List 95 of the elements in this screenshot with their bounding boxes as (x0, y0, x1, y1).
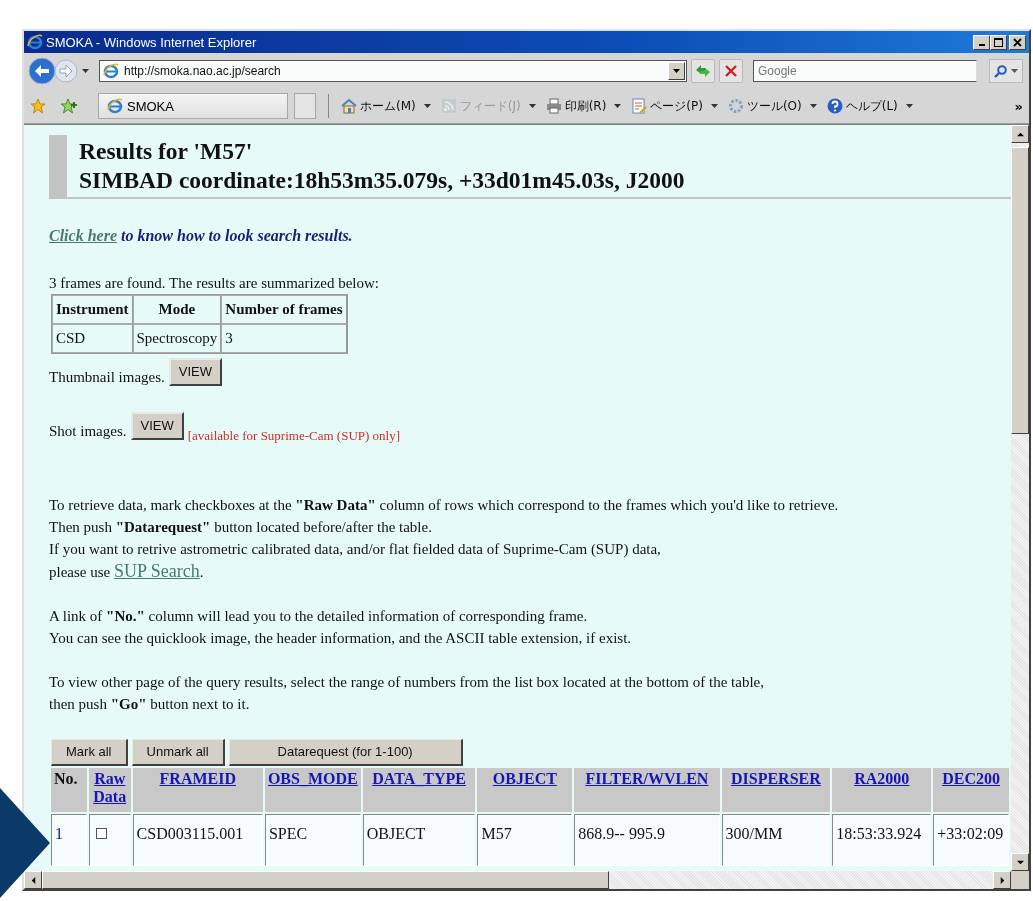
scrollbar-thumb[interactable] (42, 871, 609, 889)
scroll-up-button[interactable] (1011, 125, 1029, 143)
refresh-button[interactable] (691, 59, 715, 83)
refresh-icon (695, 64, 711, 78)
close-icon (1013, 37, 1022, 47)
shot-label: Shot images. (49, 423, 127, 440)
window-title: SMOKA - Windows Internet Explorer (46, 34, 258, 50)
add-favorite-icon[interactable] (60, 98, 78, 114)
caret-icon (1011, 69, 1018, 73)
page-heading: Results for 'M57' (79, 137, 254, 166)
caret-icon[interactable] (614, 104, 622, 108)
instruction-text: To view other page of the query results, select the range of numbers from the list box located at the bottom of the table, (49, 673, 765, 692)
help-sentence: Click here to know how to look search results. (49, 226, 354, 246)
caret-icon (673, 69, 680, 73)
right-arrow-icon (998, 876, 1006, 884)
table-cell: OBJECT (362, 814, 476, 866)
search-icon (994, 64, 1007, 78)
house-icon (341, 98, 357, 114)
help-icon (826, 98, 843, 114)
availability-note: [available for Suprime-Cam (SUP) only] (187, 428, 401, 444)
address-dropdown-button[interactable] (668, 62, 685, 80)
instruction-text: If you want to retrive astrometric calibrated data, and/or flat fielded data of Suprime-Cam (SUP) data, (49, 540, 662, 559)
toolbar-button[interactable]: 印刷(R) (545, 97, 607, 115)
search-button[interactable] (989, 59, 1023, 83)
browser-tab[interactable]: SMOKA (98, 93, 288, 119)
maximize-button[interactable] (990, 34, 1007, 50)
address-field[interactable]: http://smoka.nao.ac.jp/search (99, 60, 687, 82)
page-heading: SIMBAD coordinate:18h53m35.079s, +33d01m45.03s, J2000 (79, 166, 686, 195)
stop-icon (725, 65, 737, 77)
summary-text: 3 frames are found. The results are summarized below: (49, 274, 381, 293)
toolbar-overflow-button[interactable]: » (1014, 98, 1023, 114)
close-button[interactable] (1009, 34, 1026, 50)
action-button[interactable]: Unmark all (131, 739, 225, 766)
column-header: Mode (132, 295, 222, 324)
table-cell: Spectroscopy (132, 324, 222, 353)
down-arrow-icon (1016, 858, 1024, 866)
page-icon (631, 98, 648, 114)
view-button[interactable]: VIEW (168, 358, 223, 386)
browser-icon (103, 63, 119, 79)
table-cell: SPEC (264, 814, 361, 866)
history-caret-icon[interactable] (82, 69, 89, 73)
checkbox[interactable] (95, 828, 107, 839)
table-cell: CSD003115.001 (132, 814, 263, 866)
column-header: Number of frames (221, 295, 347, 324)
instruction-text: To retrieve data, mark checkboxes at the "Raw Data" column of rows which correspond to the frames which you'd like to retrieve. (49, 496, 840, 515)
feed-icon (440, 98, 457, 114)
frame-number-link[interactable]: 1 (55, 825, 63, 842)
caret-icon[interactable] (710, 104, 718, 108)
toolbar-button[interactable]: ツール(O) (727, 97, 802, 115)
scrollbar-thumb[interactable] (1011, 147, 1029, 434)
table-cell: CSD (52, 324, 133, 353)
scroll-right-button[interactable] (993, 871, 1011, 889)
search-field[interactable]: Google (753, 60, 977, 82)
caret-icon[interactable] (423, 104, 431, 108)
minimize-button[interactable] (973, 34, 990, 50)
scroll-down-button[interactable] (1011, 853, 1029, 871)
scroll-left-button[interactable] (24, 871, 42, 889)
caret-icon[interactable] (528, 104, 536, 108)
instruction-text: then push "Go" button next to it. (49, 695, 251, 714)
toolbar-button[interactable]: ホーム(M) (341, 97, 416, 115)
instruction-text: Then push "Datarequest" button located before/after the table. (49, 518, 433, 537)
instruction-text: A link of "No." column will lead you to the detailed information of corresponding frame. (49, 607, 589, 626)
instruction-text: please use SUP Search. (49, 560, 205, 583)
back-button[interactable] (28, 57, 56, 85)
maximize-icon (994, 37, 1003, 47)
action-button[interactable]: Datarequest (for 1-100) (228, 739, 463, 766)
toolbar-button[interactable]: ページ(P) (631, 97, 703, 115)
vertical-scrollbar[interactable] (1011, 125, 1029, 871)
browser-icon (107, 98, 123, 114)
favorites-star-icon[interactable] (30, 98, 46, 114)
horizontal-scrollbar[interactable] (24, 871, 1011, 889)
up-arrow-icon (1016, 130, 1024, 138)
printer-icon (545, 98, 562, 114)
caret-icon[interactable] (809, 104, 817, 108)
instruction-text: You can see the quicklook image, the header information, and the ASCII table extension, if exist. (49, 629, 633, 648)
thumbnail-label: Thumbnail images. (49, 369, 165, 386)
gear-icon (727, 98, 744, 114)
column-header: Instrument (52, 295, 133, 324)
table-cell: 3 (221, 324, 347, 353)
toolbar-button[interactable]: ヘルプ(L) (826, 97, 898, 115)
minimize-icon (978, 44, 985, 46)
sup-search-link[interactable]: SUP Search (114, 561, 200, 581)
table-cell: 868.9-- 995.9 (574, 814, 720, 866)
action-button[interactable]: Mark all (51, 739, 128, 766)
caret-icon[interactable] (905, 104, 913, 108)
table-cell: M57 (477, 814, 573, 866)
table-cell: 18:53:33.924 (832, 814, 932, 866)
left-arrow-icon (29, 876, 37, 884)
table-cell: 300/MM (721, 814, 831, 866)
browser-icon (27, 34, 43, 50)
view-button[interactable]: VIEW (130, 412, 184, 440)
help-link[interactable]: Click here (49, 227, 117, 244)
table-cell: +33:02:09 (933, 814, 1009, 866)
stop-button[interactable] (719, 59, 743, 83)
column-header: No. (51, 768, 87, 812)
